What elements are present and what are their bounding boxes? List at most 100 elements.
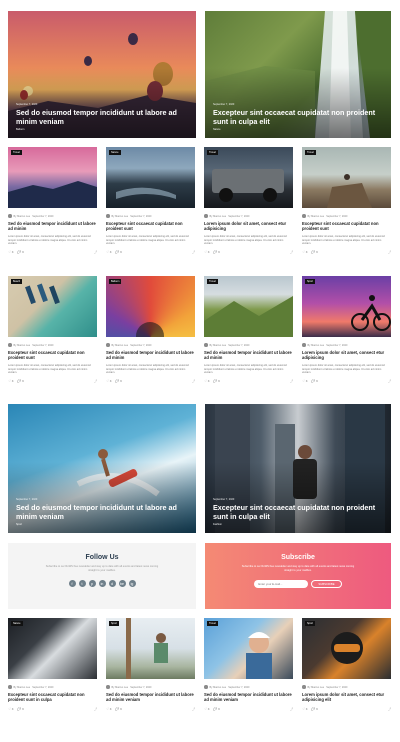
share-icon[interactable]: ⤴ [290,379,293,383]
behance-icon[interactable]: be [118,580,126,588]
post-card[interactable]: Sport By Marcus Lee September 7, 2020 Se… [106,618,195,711]
share-icon[interactable]: ⤴ [94,250,97,254]
author-name[interactable]: By Marcus Lee [210,215,227,218]
post-title-link[interactable]: Excepteur sint occaecat cupidatat non pr… [213,503,383,521]
like-button[interactable]: ♡ 3 [8,379,13,383]
author-name[interactable]: By Marcus Lee [308,344,325,347]
like-button[interactable]: ♡ 3 [302,250,307,254]
post-category[interactable]: Balloon [16,128,188,131]
category-badge[interactable]: Travel [207,150,218,155]
post-card[interactable]: Nature By Marcus Lee September 7, 2020 E… [8,618,97,711]
post-card[interactable]: Travel By Marcus Lee September 7, 2020 S… [204,618,293,711]
post-card[interactable]: Beach By Marcus Lee September 7, 2020 Ex… [8,276,97,383]
share-icon[interactable]: ⤴ [388,250,391,254]
post-card[interactable]: Travel By Marcus Lee September 7, 2020 L… [204,147,293,254]
post-thumbnail[interactable]: Travel [204,618,293,679]
featured-post-kitesurf[interactable]: September 7, 2020 Sed do eiusmod tempor … [8,404,196,533]
share-icon[interactable]: ⤴ [388,707,391,711]
category-badge[interactable]: Sport [305,279,315,284]
post-title-link[interactable]: Sed do eiusmod tempor incididunt ut labo… [16,503,188,521]
post-title-link[interactable]: Excepteur sint occaecat cupidatat non pr… [213,108,383,126]
comment-button[interactable]: 💬 0 [17,707,23,711]
category-badge[interactable]: Travel [305,150,316,155]
author-name[interactable]: By Marcus Lee [14,686,31,689]
post-thumbnail[interactable]: Travel [204,276,293,337]
like-button[interactable]: ♡ 3 [302,707,307,711]
like-button[interactable]: ♡ 3 [106,250,111,254]
like-button[interactable]: ♡ 3 [8,250,13,254]
post-thumbnail[interactable]: Sport [302,618,391,679]
post-thumbnail[interactable]: Travel [8,147,97,208]
linkedin-icon[interactable]: in [98,580,106,588]
share-icon[interactable]: ⤴ [290,707,293,711]
like-button[interactable]: ♡ 3 [302,379,307,383]
comment-button[interactable]: 💬 0 [115,379,121,383]
twitter-icon[interactable]: t [78,580,86,588]
author-name[interactable]: By Marcus Lee [14,215,31,218]
category-badge[interactable]: Travel [207,279,218,284]
comment-button[interactable]: 💬 0 [311,250,317,254]
like-button[interactable]: ♡ 3 [106,379,111,383]
post-thumbnail[interactable]: Beach [8,276,97,337]
post-title-link[interactable]: Lorem ipsum dolor sit amet, consect etur… [302,692,391,703]
post-title-link[interactable]: Excepteur sint occaecat cupidatat non pr… [8,692,97,703]
post-title-link[interactable]: Sed do eiusmod tempor incididunt ut labo… [106,350,195,361]
post-card[interactable]: Travel By Marcus Lee September 7, 2020 E… [302,147,391,254]
share-icon[interactable]: ⤴ [192,707,195,711]
post-title-link[interactable]: Sed do eiusmod tempor incididunt ut labo… [16,108,188,126]
author-name[interactable]: By Marcus Lee [112,344,129,347]
comment-button[interactable]: 💬 0 [17,250,23,254]
author-name[interactable]: By Marcus Lee [308,686,325,689]
author-name[interactable]: By Marcus Lee [112,215,129,218]
post-thumbnail[interactable]: Sport [302,276,391,337]
author-name[interactable]: By Marcus Lee [210,344,227,347]
comment-button[interactable]: 💬 0 [213,250,219,254]
share-icon[interactable]: ⤴ [192,250,195,254]
post-title-link[interactable]: Sed do eiusmod tempor incididunt ut labo… [106,692,195,703]
like-button[interactable]: ♡ 3 [8,707,13,711]
share-icon[interactable]: ⤴ [388,379,391,383]
comment-button[interactable]: 💬 0 [311,379,317,383]
author-name[interactable]: By Marcus Lee [308,215,325,218]
author-name[interactable]: By Marcus Lee [210,686,227,689]
subscribe-button[interactable]: SUBSCRIBE [311,580,342,589]
share-icon[interactable]: ⤴ [290,250,293,254]
post-category[interactable]: Sport [16,523,188,526]
post-thumbnail[interactable]: Nature [8,618,97,679]
category-badge[interactable]: Travel [11,150,22,155]
post-title-link[interactable]: Sed do eiusmod tempor incididunt ut labo… [8,221,97,232]
comment-button[interactable]: 💬 0 [311,707,317,711]
like-button[interactable]: ♡ 3 [204,379,209,383]
featured-post-city[interactable]: September 7, 2020 Excepteur sint occaeca… [205,404,391,533]
post-category[interactable]: Fashion [213,523,383,526]
post-card[interactable]: Sport By Marcus Lee September 7, 2020 Lo… [302,276,391,383]
post-card[interactable]: Balloon By Marcus Lee September 7, 2020 … [106,276,195,383]
email-field[interactable] [254,580,309,589]
post-title-link[interactable]: Sed do eiusmod tempor incididunt ut labo… [204,692,293,703]
category-badge[interactable]: Beach [11,279,23,284]
facebook-icon[interactable]: f [68,580,76,588]
post-title-link[interactable]: Lorem ipsum dolor sit amet, consect etur… [302,350,391,361]
comment-button[interactable]: 💬 0 [115,707,121,711]
author-name[interactable]: By Marcus Lee [112,686,129,689]
comment-button[interactable]: 💬 0 [17,379,23,383]
post-title-link[interactable]: Excepteur sint occaecat cupidatat non pr… [8,350,97,361]
like-button[interactable]: ♡ 3 [204,707,209,711]
post-card[interactable]: Travel By Marcus Lee September 7, 2020 S… [204,276,293,383]
post-thumbnail[interactable]: Sport [106,618,195,679]
like-button[interactable]: ♡ 3 [204,250,209,254]
post-thumbnail[interactable]: Travel [204,147,293,208]
share-icon[interactable]: ⤴ [94,379,97,383]
category-badge[interactable]: Nature [109,150,121,155]
instagram-icon[interactable]: ig [128,580,136,588]
like-button[interactable]: ♡ 3 [106,707,111,711]
category-badge[interactable]: Sport [305,621,315,626]
author-name[interactable]: By Marcus Lee [14,344,31,347]
share-icon[interactable]: ⤴ [94,707,97,711]
category-badge[interactable]: Travel [207,621,218,626]
share-icon[interactable]: ⤴ [192,379,195,383]
post-title-link[interactable]: Excepteur sint occaecat cupidatat non pr… [302,221,391,232]
post-card[interactable]: Travel By Marcus Lee September 7, 2020 S… [8,147,97,254]
comment-button[interactable]: 💬 0 [213,707,219,711]
post-category[interactable]: Nature [213,128,383,131]
